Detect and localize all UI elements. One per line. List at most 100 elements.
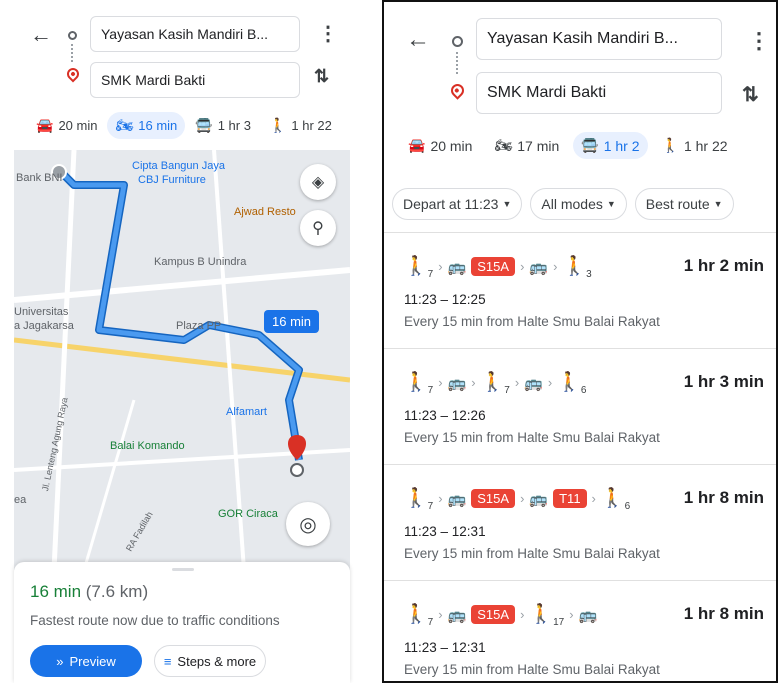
origin-circle-icon [452,36,463,47]
walk-minutes: 7 [427,384,434,396]
bus-line-badge: T11 [553,489,587,509]
map-label-cipta: Cipta Bangun Jaya [132,160,225,172]
walk-minutes: 6 [624,500,631,512]
right-screen: ← Yayasan Kasih Mandiri B... SMK Mardi B… [382,0,778,683]
route-frequency: Every 15 min from Halte Smu Balai Rakyat [404,662,660,677]
route-time-range: 11:23 – 12:31 [404,640,486,655]
bus-icon: 🚌 [529,490,549,508]
mode-motorcycle-label: 16 min [138,118,178,133]
list-icon: ≡ [163,653,172,669]
route-option-3[interactable]: 🚶7 › 🚌 S15A › 🚌 T11 › 🚶6 1 hr 8 min 11:2… [384,466,776,581]
chevron-right-icon: › [471,375,476,391]
map-label-jagakarsa: a Jagakarsa [14,320,74,332]
map-view[interactable]: Bank BNI Cipta Bangun Jaya CBJ Furniture… [14,150,350,570]
divider [384,348,776,349]
walk-icon: 🚶7 [404,488,434,512]
car-icon: 🚘 [36,117,54,133]
best-route-label: Best route [645,196,710,212]
mode-transit[interactable]: 🚍 1 hr 3 [187,112,259,139]
bus-icon: 🚌 [529,258,549,276]
swap-icon[interactable]: ⇅ [742,82,759,107]
route-time-range: 11:23 – 12:25 [404,292,486,307]
map-label-bank: Bank BNI [16,172,63,184]
mode-walking[interactable]: 🚶 1 hr 22 [654,132,736,159]
map-label-cbj: CBJ Furniture [138,174,206,186]
mode-transit[interactable]: 🚍 1 hr 2 [573,132,648,159]
steps-more-button[interactable]: ≡ Steps & more [154,645,266,677]
all-modes-chip[interactable]: All modes ▼ [530,188,627,220]
more-options-icon[interactable]: ⋮ [318,24,338,44]
bus-icon: 🚌 [447,606,467,624]
route-option-1[interactable]: 🚶7 › 🚌 S15A › 🚌 › 🚶3 1 hr 2 min 11:23 – … [384,234,776,349]
map-label-ea: ea [14,494,27,506]
mode-driving[interactable]: 🚘 20 min [400,132,480,159]
route-time-chip[interactable]: 16 min [264,310,320,333]
walk-icon: 🚶3 [562,256,592,280]
chevron-right-icon: › [438,607,443,623]
map-label-kampus: Kampus B Unindra [154,256,247,268]
dropdown-arrow-icon: ▼ [713,199,723,209]
mode-motorcycle[interactable]: 🏍 16 min [107,112,186,139]
route-duration-line: 16 min (7.6 km) [30,582,148,602]
route-duration: 1 hr 8 min [683,488,764,507]
chevron-right-icon: › [520,259,525,275]
best-route-chip[interactable]: Best route ▼ [634,188,734,220]
walk-minutes: 7 [427,500,434,512]
back-arrow-icon[interactable]: ← [30,22,52,48]
route-time-range: 11:23 – 12:31 [404,524,486,539]
route-duration: 1 hr 3 min [683,372,764,391]
dropdown-arrow-icon: ▼ [502,199,512,209]
all-modes-label: All modes [541,196,603,212]
route-steps: 🚶7 › 🚌 S15A › 🚌 › 🚶3 [404,254,592,280]
walk-icon: 🚶7 [480,372,510,396]
route-time-range: 11:23 – 12:26 [404,408,486,423]
depart-time-chip[interactable]: Depart at 11:23 ▼ [392,188,523,220]
walk-minutes: 7 [504,384,510,396]
mode-walking-label: 1 hr 22 [683,137,728,154]
walk-minutes: 17 [553,616,565,628]
back-arrow-icon[interactable]: ← [406,26,430,54]
bus-icon: 🚌 [447,258,467,276]
walk-minutes: 7 [427,616,434,628]
sheet-handle[interactable] [172,568,194,571]
route-option-2[interactable]: 🚶7 › 🚌 › 🚶7 › 🚌 › 🚶6 1 hr 3 min 11:23 – … [384,350,776,465]
map-label-universitas: Universitas [14,306,69,318]
transit-icon: 🚍 [195,117,213,133]
walk-icon: 🚶6 [600,488,631,512]
route-steps: 🚶7 › 🚌 S15A › 🚶17 › 🚌 [404,602,597,628]
preview-button[interactable]: » Preview [30,645,142,677]
swap-icon[interactable]: ⇅ [314,66,329,87]
car-icon: 🚘 [408,137,426,153]
search-icon[interactable]: ⚲ [300,210,336,246]
dropdown-arrow-icon: ▼ [606,199,616,209]
travel-modes: 🚘 20 min 🏍 17 min 🚍 1 hr 2 🚶 1 hr 22 [400,132,736,159]
filter-chips: Depart at 11:23 ▼ All modes ▼ Best route… [392,188,734,220]
travel-modes: 🚘 20 min 🏍 16 min 🚍 1 hr 3 🚶 1 hr 22 [28,112,340,139]
bus-line-badge: S15A [471,605,516,625]
route-distance: (7.6 km) [85,582,149,601]
mode-driving-label: 20 min [430,137,473,154]
mode-walking[interactable]: 🚶 1 hr 22 [261,112,340,139]
mode-driving[interactable]: 🚘 20 min [28,112,105,139]
mode-motorcycle-label: 17 min [517,137,560,154]
origin-field[interactable]: Yayasan Kasih Mandiri B... [476,18,722,60]
my-location-icon[interactable]: ◎ [286,502,330,546]
chevron-right-icon: › [547,375,553,391]
walk-minutes: 7 [427,268,434,280]
chevron-right-icon: › [520,607,525,623]
more-options-icon[interactable]: ⋮ [748,30,770,52]
destination-field[interactable]: SMK Mardi Bakti [90,62,300,98]
bus-icon: 🚌 [524,374,543,392]
destination-field[interactable]: SMK Mardi Bakti [476,72,722,114]
route-option-4[interactable]: 🚶7 › 🚌 S15A › 🚶17 › 🚌 1 hr 8 min 11:23 –… [384,582,776,683]
map-label-gor: GOR Ciraca [218,508,278,520]
origin-field[interactable]: Yayasan Kasih Mandiri B... [90,16,300,52]
route-summary-sheet: 16 min (7.6 km) Fastest route now due to… [14,562,350,683]
navigate-icon: » [56,653,64,669]
walk-icon: 🚶 [268,117,287,133]
layers-icon[interactable]: ◈ [300,164,336,200]
motorcycle-icon: 🏍 [494,137,513,153]
walk-icon: 🚶6 [557,372,587,396]
mode-motorcycle[interactable]: 🏍 17 min [486,132,567,159]
origin-circle-icon [68,31,77,40]
